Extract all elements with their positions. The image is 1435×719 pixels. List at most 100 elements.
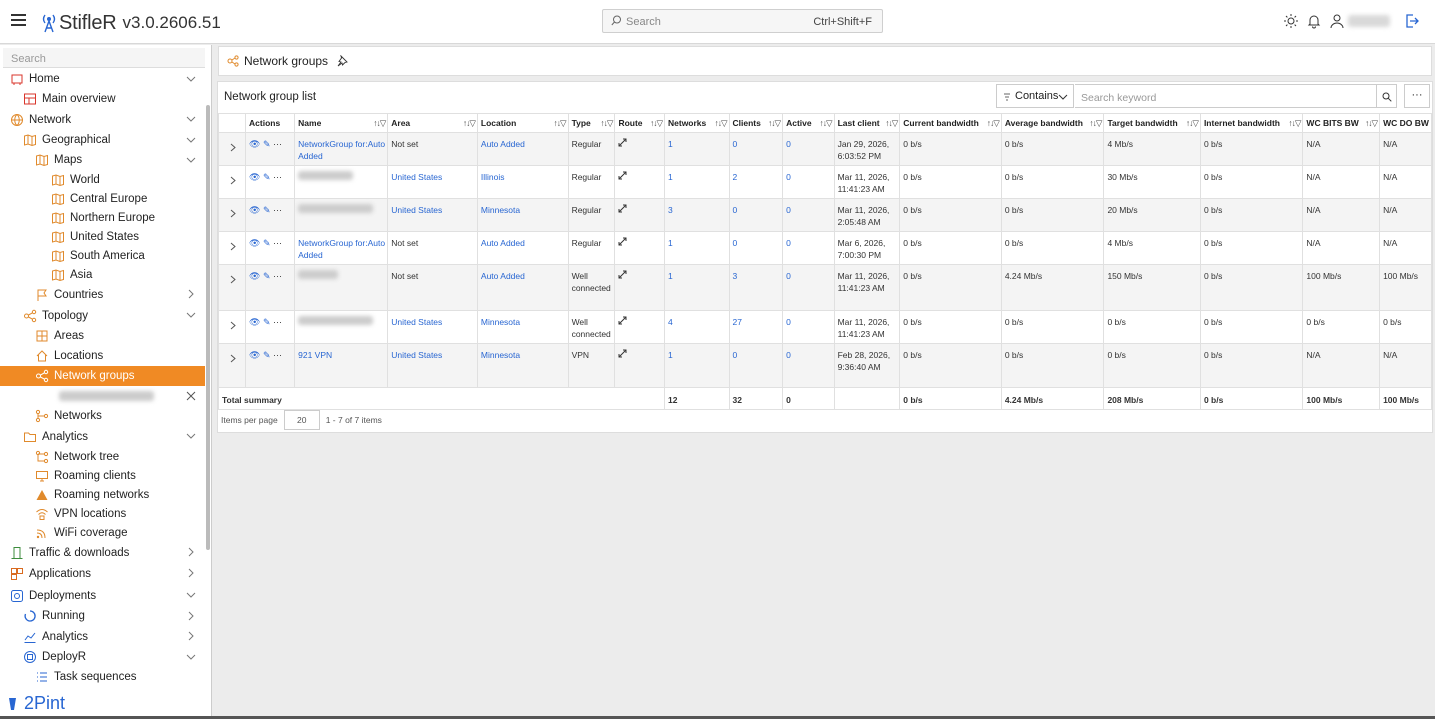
sort-filter-icon[interactable]: ↑↓▽ [650, 118, 663, 129]
sidebar-item-geographical[interactable]: Geographical [0, 130, 205, 150]
more-icon[interactable]: ··· [273, 271, 282, 281]
sort-filter-icon[interactable]: ↑↓▽ [373, 118, 386, 129]
sort-filter-icon[interactable]: ↑↓▽ [820, 118, 833, 129]
chevron-right-icon[interactable] [186, 611, 196, 621]
theme-toggle-icon[interactable] [1283, 13, 1299, 29]
sidebar-item-task-sequences[interactable]: Task sequences [0, 667, 205, 687]
expand-cell[interactable] [218, 198, 247, 232]
sidebar-search-input[interactable]: Search [3, 48, 205, 68]
chevron-down-icon[interactable] [186, 310, 196, 320]
chevron-down-icon[interactable] [186, 74, 196, 84]
column-header-wc-do-bw[interactable]: WC DO BW [1379, 113, 1432, 133]
chevron-down-icon[interactable] [186, 114, 196, 124]
sidebar-item-world[interactable]: World [0, 170, 205, 189]
cell-route[interactable] [614, 264, 665, 311]
sidebar-item-roaming-networks[interactable]: Roaming networks [0, 485, 205, 504]
sidebar-item-applications[interactable]: Applications [0, 563, 205, 585]
expand-cell[interactable] [218, 310, 247, 344]
sort-filter-icon[interactable]: ↑↓▽ [1186, 118, 1199, 129]
sidebar-item-south-america[interactable]: South America [0, 246, 205, 265]
cell-networks[interactable]: 3 [664, 198, 730, 232]
cell-active[interactable]: 0 [782, 231, 835, 265]
sidebar-item-areas[interactable]: Areas [0, 326, 205, 346]
edit-icon[interactable]: ✎ [263, 238, 271, 248]
cell-active[interactable]: 0 [782, 343, 835, 388]
user-icon[interactable] [1329, 13, 1345, 29]
cell-route[interactable] [614, 343, 665, 388]
expand-cell[interactable] [218, 132, 247, 166]
cell-location[interactable]: Auto Added [476, 132, 569, 166]
cell-route[interactable] [614, 132, 665, 166]
expand-arrows-icon[interactable] [618, 237, 627, 246]
expand-arrows-icon[interactable] [618, 204, 627, 213]
view-icon[interactable]: 👁︎ [249, 172, 260, 182]
column-header-location[interactable]: Location ↑↓▽ [476, 113, 569, 133]
cell-location[interactable]: Auto Added [476, 231, 569, 265]
chevron-right-icon[interactable] [229, 143, 237, 152]
cell-name[interactable]: 921 VPN [294, 343, 389, 388]
chevron-down-icon[interactable] [186, 652, 196, 662]
sort-filter-icon[interactable]: ↑↓▽ [1288, 118, 1301, 129]
column-header-active[interactable]: Active ↑↓▽ [782, 113, 835, 133]
cell-networks[interactable]: 1 [664, 343, 730, 388]
cell-active[interactable]: 0 [782, 310, 835, 344]
view-icon[interactable]: 👁︎ [249, 205, 260, 215]
cell-location[interactable]: Illinois [476, 165, 569, 199]
sort-filter-icon[interactable]: ↑↓▽ [463, 118, 476, 129]
cell-clients[interactable]: 3 [728, 264, 784, 311]
table-row[interactable]: 👁︎ ✎ ··· 921 VPN United States Minnesota VPN… [218, 343, 1432, 388]
expand-arrows-icon[interactable] [618, 349, 627, 358]
cell-active[interactable]: 0 [782, 198, 835, 232]
cell-clients[interactable]: 0 [728, 343, 784, 388]
table-row[interactable]: 👁︎ ✎ ··· NetworkGroup for:Auto Added Not s… [218, 231, 1432, 265]
cell-clients[interactable]: 0 [728, 132, 784, 166]
expand-arrows-icon[interactable] [618, 270, 627, 279]
menu-icon[interactable] [11, 14, 26, 26]
edit-icon[interactable]: ✎ [263, 350, 271, 360]
cell-networks[interactable]: 4 [664, 310, 730, 344]
chevron-right-icon[interactable] [229, 209, 237, 218]
table-row[interactable]: 👁︎ ✎ ··· NetworkGroup for:Auto Added Not s… [218, 132, 1432, 166]
cell-area[interactable]: United States [387, 198, 478, 232]
logout-icon[interactable] [1404, 13, 1420, 29]
sidebar-item-analytics[interactable]: Analytics [0, 626, 205, 647]
sidebar-item-asia[interactable]: Asia [0, 265, 205, 284]
expand-cell[interactable] [218, 165, 247, 199]
sort-filter-icon[interactable]: ↑↓▽ [554, 118, 567, 129]
cell-area[interactable]: United States [387, 165, 478, 199]
sidebar-item-wifi-coverage[interactable]: WiFi coverage [0, 523, 205, 542]
sidebar-item-running[interactable]: Running [0, 606, 205, 626]
chevron-down-icon[interactable] [186, 135, 196, 145]
column-header-current-bandwidth[interactable]: Current bandwidth ↑↓▽ [899, 113, 1002, 133]
chevron-down-icon[interactable] [186, 155, 196, 165]
cell-name[interactable] [294, 310, 389, 344]
sort-filter-icon[interactable]: ↑↓▽ [1365, 118, 1378, 129]
more-icon[interactable]: ··· [273, 139, 282, 149]
sidebar-item-network[interactable]: Network [0, 109, 205, 130]
cell-location[interactable]: Auto Added [476, 264, 569, 311]
bell-icon[interactable] [1306, 13, 1322, 29]
cell-location[interactable]: Minnesota [476, 198, 569, 232]
pin-icon[interactable] [336, 55, 348, 67]
sort-filter-icon[interactable]: ↑↓▽ [714, 118, 727, 129]
sidebar-item-roaming-clients[interactable]: Roaming clients [0, 466, 205, 485]
edit-icon[interactable]: ✎ [263, 205, 271, 215]
sidebar-item-deployments[interactable]: Deployments [0, 585, 205, 606]
cell-location[interactable]: Minnesota [476, 343, 569, 388]
sort-filter-icon[interactable]: ↑↓▽ [768, 118, 781, 129]
sort-filter-icon[interactable]: ↑↓▽ [1089, 118, 1102, 129]
more-icon[interactable]: ··· [273, 205, 282, 215]
view-icon[interactable]: 👁︎ [249, 271, 260, 281]
column-header-wc-bits-bw[interactable]: WC BITS BW ↑↓▽ [1302, 113, 1381, 133]
cell-route[interactable] [614, 231, 665, 265]
chevron-right-icon[interactable] [186, 547, 196, 557]
more-icon[interactable]: ··· [273, 350, 282, 360]
chevron-right-icon[interactable] [229, 321, 237, 330]
cell-active[interactable]: 0 [782, 264, 835, 311]
more-icon[interactable]: ··· [273, 238, 282, 248]
cell-route[interactable] [614, 165, 665, 199]
cell-active[interactable]: 0 [782, 165, 835, 199]
expand-cell[interactable] [218, 264, 247, 311]
chevron-right-icon[interactable] [229, 354, 237, 363]
cell-name[interactable] [294, 198, 389, 232]
